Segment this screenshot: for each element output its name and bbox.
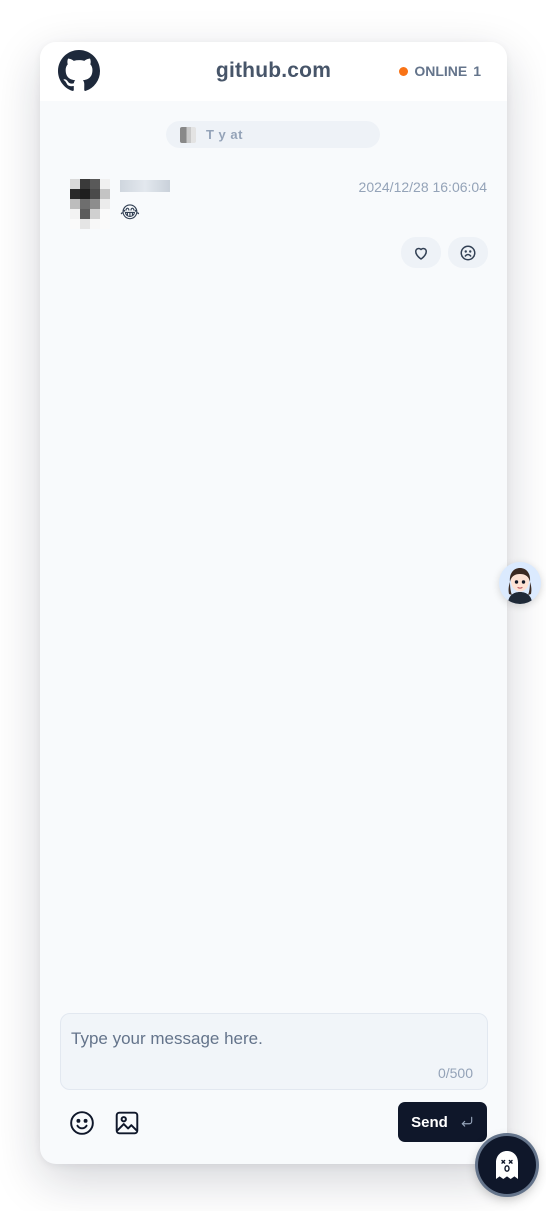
message-input[interactable]: Type your message here. 0/500	[60, 1013, 488, 1090]
ghost-chat-button[interactable]	[478, 1136, 536, 1194]
chat-header: github.com ONLINE 1	[40, 42, 507, 101]
assistant-avatar[interactable]	[499, 562, 541, 604]
online-status: ONLINE 1	[399, 63, 481, 79]
ghost-icon	[496, 1151, 518, 1179]
message-placeholder: Type your message here.	[71, 1029, 263, 1048]
react-sad-button[interactable]	[448, 237, 488, 268]
online-count: 1	[473, 63, 481, 79]
chat-panel: github.com ONLINE 1 T y at 2024/12/28 16…	[40, 42, 507, 1164]
status-dot-icon	[399, 66, 409, 76]
sad-face-icon	[460, 245, 476, 260]
message-timestamp: 2024/12/28 16:06:04	[358, 179, 487, 195]
message-author	[120, 180, 170, 192]
online-label: ONLINE	[414, 63, 468, 79]
assistant-avatar-icon	[499, 562, 541, 604]
react-heart-button[interactable]	[401, 237, 441, 268]
heart-icon	[415, 247, 427, 260]
message-text: 😂	[120, 203, 140, 222]
char-counter: 0/500	[437, 1065, 473, 1081]
image-icon[interactable]	[114, 1110, 140, 1136]
avatar[interactable]	[70, 179, 110, 231]
room-name: T y at	[206, 127, 243, 142]
send-label: Send	[411, 1113, 448, 1131]
room-avatar	[180, 126, 196, 143]
send-button[interactable]: Send	[398, 1102, 487, 1142]
smile-icon[interactable]	[69, 1110, 95, 1136]
enter-icon	[461, 1116, 473, 1127]
room-pill[interactable]: T y at	[166, 121, 380, 148]
